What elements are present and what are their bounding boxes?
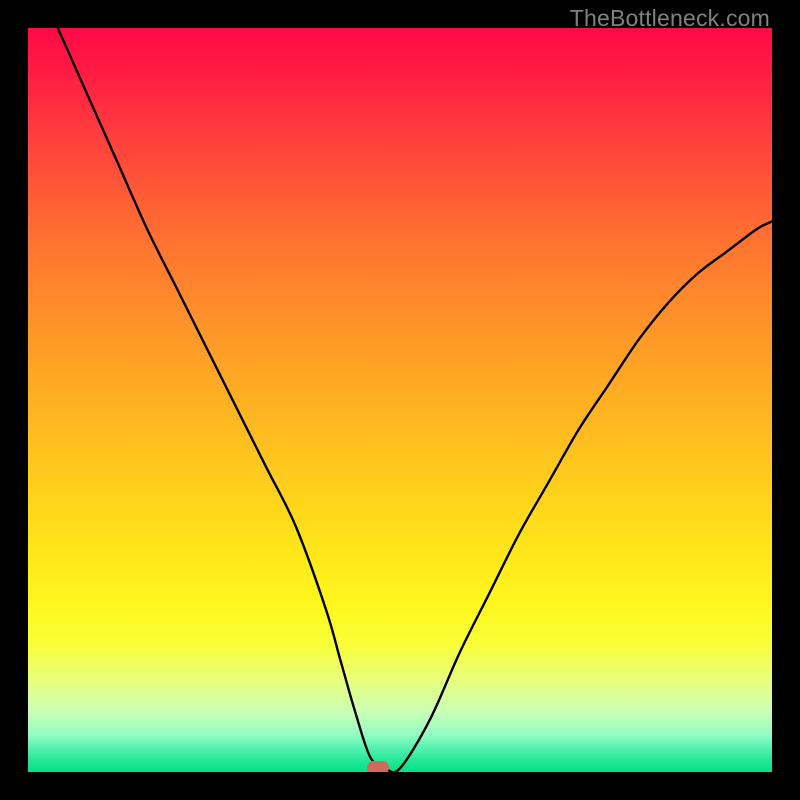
chart-plot-area bbox=[28, 28, 772, 772]
bottleneck-curve-path bbox=[58, 28, 772, 772]
optimal-point-marker bbox=[367, 761, 389, 772]
chart-curve-svg bbox=[28, 28, 772, 772]
